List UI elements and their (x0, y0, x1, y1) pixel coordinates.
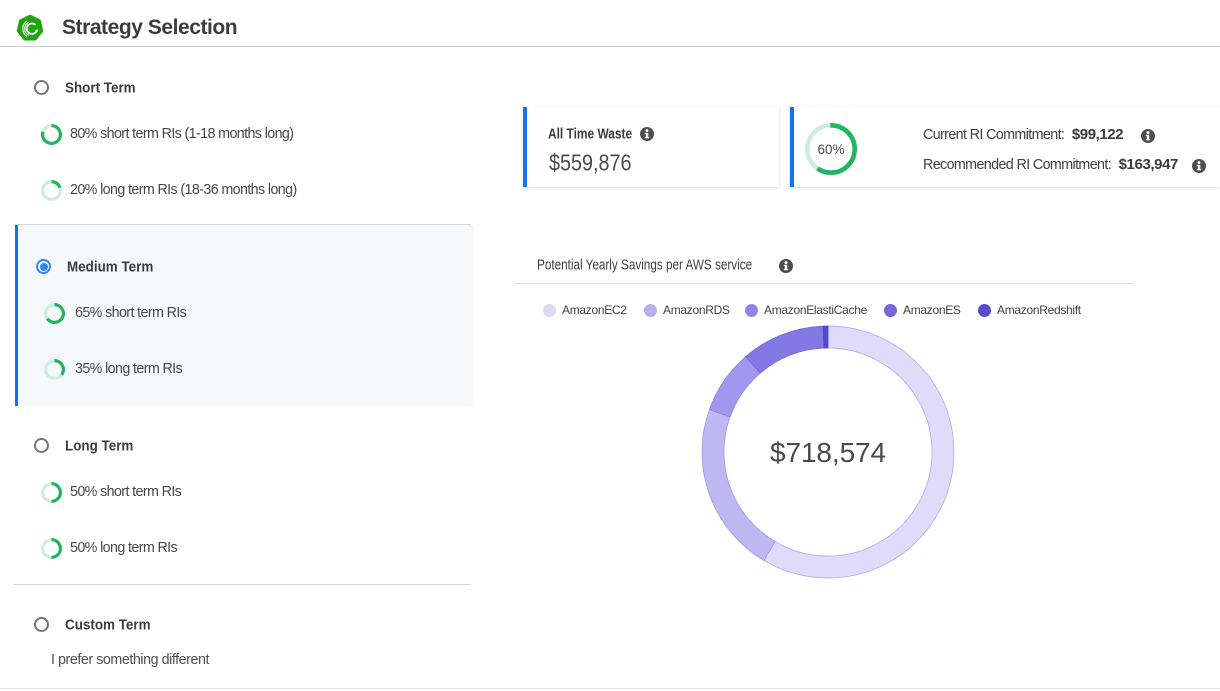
svg-text:60%: 60% (817, 142, 844, 157)
